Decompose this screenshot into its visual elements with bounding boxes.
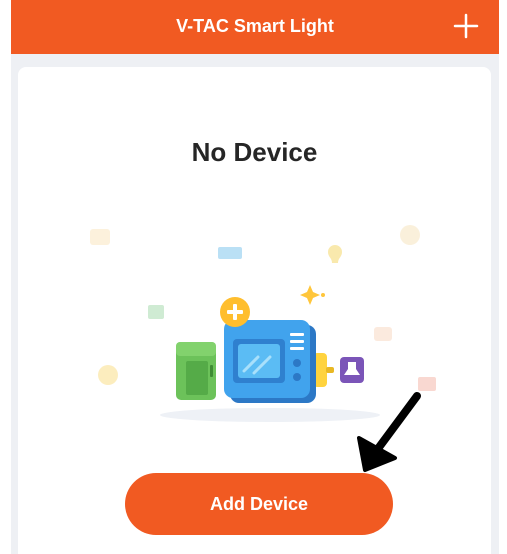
- plus-icon: [453, 13, 479, 39]
- empty-state-card: No Device Add Device: [18, 67, 491, 554]
- arrow-pointer-icon: [357, 392, 421, 472]
- add-icon-button[interactable]: [453, 13, 479, 39]
- app-title: V-TAC Smart Light: [176, 16, 334, 36]
- add-device-button[interactable]: Add Device: [125, 473, 393, 535]
- content-area: No Device Add Device: [11, 54, 499, 554]
- empty-state-message: No Device: [191, 137, 318, 167]
- top-bar: V-TAC Smart Light: [11, 0, 499, 54]
